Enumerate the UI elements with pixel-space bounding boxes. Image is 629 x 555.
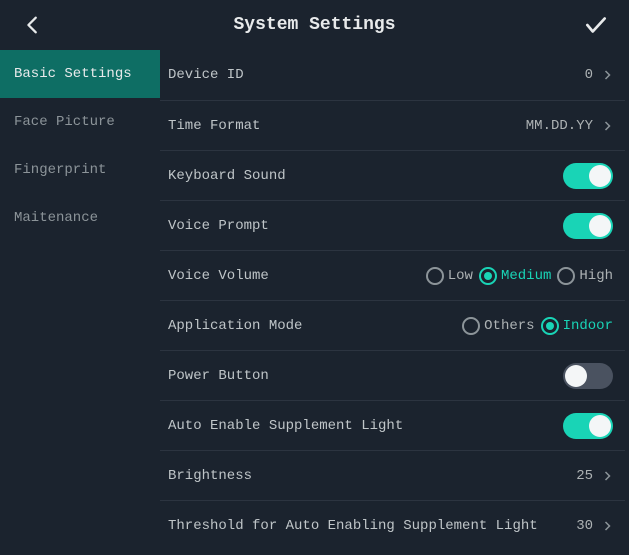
back-icon[interactable] [20, 12, 46, 38]
radio-others[interactable]: Others [462, 317, 534, 335]
row-voice-prompt: Voice Prompt [160, 200, 625, 250]
content: Device ID 0 Time Format MM.DD.YY Keyboar… [160, 50, 629, 555]
radio-icon [426, 267, 444, 285]
time-format-value: MM.DD.YY [526, 118, 593, 134]
row-threshold-auto-light[interactable]: Threshold for Auto Enabling Supplement L… [160, 500, 625, 550]
radio-label: Medium [501, 268, 551, 284]
sidebar-item-label: Face Picture [14, 114, 115, 130]
radio-medium[interactable]: Medium [479, 267, 551, 285]
radio-icon [479, 267, 497, 285]
voice-volume-label: Voice Volume [168, 268, 426, 284]
radio-label: Low [448, 268, 473, 284]
voice-prompt-label: Voice Prompt [168, 218, 563, 234]
chevron-right-icon [601, 468, 613, 484]
radio-icon [557, 267, 575, 285]
keyboard-sound-label: Keyboard Sound [168, 168, 563, 184]
sidebar-item-basic-settings[interactable]: Basic Settings [0, 50, 160, 98]
radio-indoor[interactable]: Indoor [541, 317, 613, 335]
power-button-label: Power Button [168, 368, 563, 384]
sidebar-item-label: Fingerprint [14, 162, 106, 178]
auto-supplement-light-toggle[interactable] [563, 413, 613, 439]
chevron-right-icon [601, 67, 613, 83]
device-id-label: Device ID [168, 67, 585, 83]
chevron-right-icon [601, 118, 613, 134]
sidebar-item-maintenance[interactable]: Maitenance [0, 194, 160, 242]
row-device-id[interactable]: Device ID 0 [160, 50, 625, 100]
threshold-auto-light-value: 30 [576, 518, 593, 534]
header: System Settings [0, 0, 629, 50]
row-brightness[interactable]: Brightness 25 [160, 450, 625, 500]
threshold-auto-light-label: Threshold for Auto Enabling Supplement L… [168, 518, 576, 534]
radio-label: Indoor [563, 318, 613, 334]
radio-low[interactable]: Low [426, 267, 473, 285]
row-power-button: Power Button [160, 350, 625, 400]
auto-supplement-light-label: Auto Enable Supplement Light [168, 418, 563, 434]
sidebar-item-fingerprint[interactable]: Fingerprint [0, 146, 160, 194]
radio-high[interactable]: High [557, 267, 613, 285]
sidebar-item-label: Maitenance [14, 210, 98, 226]
brightness-label: Brightness [168, 468, 576, 484]
page-title: System Settings [233, 15, 395, 35]
voice-volume-radio-group: Low Medium High [426, 267, 613, 285]
power-button-toggle[interactable] [563, 363, 613, 389]
radio-label: Others [484, 318, 534, 334]
keyboard-sound-toggle[interactable] [563, 163, 613, 189]
voice-prompt-toggle[interactable] [563, 213, 613, 239]
row-application-mode: Application Mode Others Indoor [160, 300, 625, 350]
chevron-right-icon [601, 518, 613, 534]
application-mode-radio-group: Others Indoor [462, 317, 613, 335]
application-mode-label: Application Mode [168, 318, 462, 334]
radio-label: High [579, 268, 613, 284]
sidebar-item-label: Basic Settings [14, 66, 132, 82]
row-keyboard-sound: Keyboard Sound [160, 150, 625, 200]
sidebar-item-face-picture[interactable]: Face Picture [0, 98, 160, 146]
row-auto-supplement-light: Auto Enable Supplement Light [160, 400, 625, 450]
row-voice-volume: Voice Volume Low Medium High [160, 250, 625, 300]
confirm-icon[interactable] [583, 12, 609, 38]
brightness-value: 25 [576, 468, 593, 484]
radio-icon [541, 317, 559, 335]
sidebar: Basic Settings Face Picture Fingerprint … [0, 50, 160, 555]
row-time-format[interactable]: Time Format MM.DD.YY [160, 100, 625, 150]
device-id-value: 0 [585, 67, 593, 83]
radio-icon [462, 317, 480, 335]
time-format-label: Time Format [168, 118, 526, 134]
